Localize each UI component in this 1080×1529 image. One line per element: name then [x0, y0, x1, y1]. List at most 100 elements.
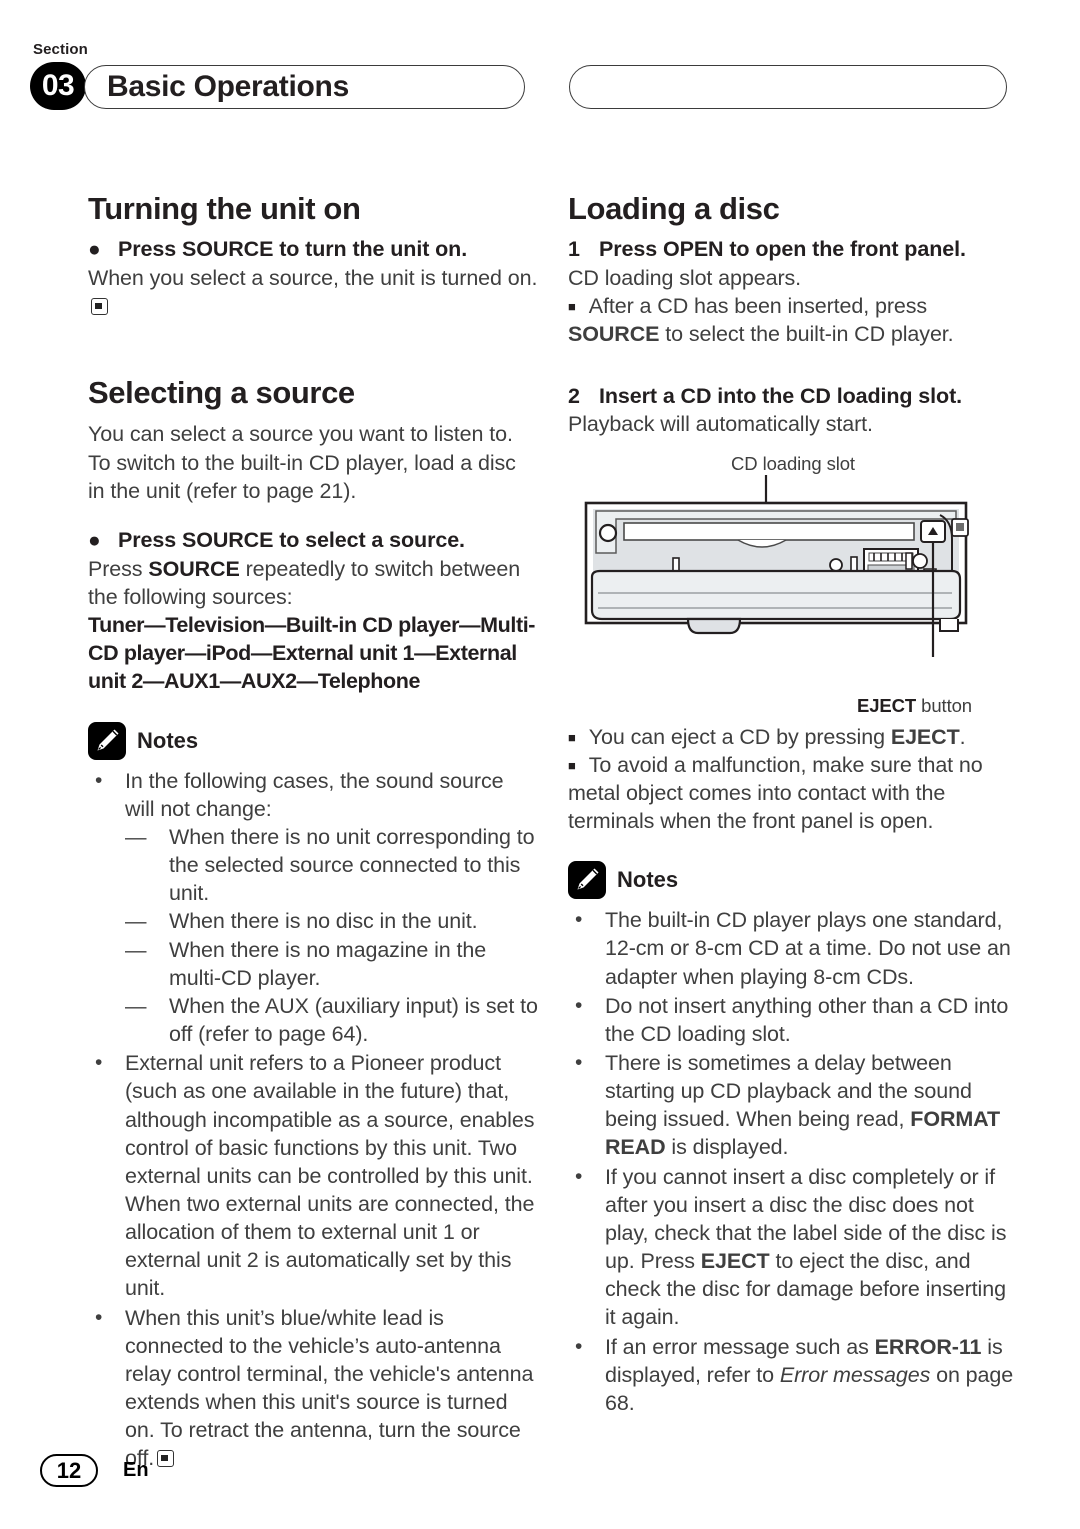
bullet-icon: • — [95, 768, 103, 792]
page-title: Basic Operations — [107, 70, 349, 103]
header-pill-right — [569, 65, 1007, 109]
paragraph-turning-on: When you select a source, the unit is tu… — [88, 264, 538, 320]
note-pre: To avoid a malfunction, make sure that n… — [568, 752, 983, 834]
step-1-body: CD loading slot appears. — [568, 266, 802, 291]
text-pre: Press — [88, 556, 149, 581]
notes-header-left: Notes — [88, 721, 538, 760]
note-subtext: When there is no unit corresponding to t… — [169, 824, 535, 906]
step-number: 1 — [568, 237, 580, 262]
note-subtext: When there is no magazine in the multi-C… — [169, 937, 487, 990]
operation-heading-text: Press SOURCE to select a source. — [118, 527, 465, 552]
keyword-eject: EJECT — [856, 694, 917, 716]
note-subtext: When the AUX (auxiliary input) is set to… — [169, 993, 538, 1047]
note-subitem: — When there is no unit corresponding to… — [125, 823, 538, 907]
note-sublist: — When there is no unit corresponding to… — [125, 823, 538, 1048]
figure-cd-loading-slot: CD loading slot EJECT button — [568, 453, 1018, 717]
operation-heading-press-source-select: ● Press SOURCE to select a source. — [88, 527, 538, 555]
bullet-icon: • — [575, 1334, 583, 1358]
step-text: Press OPEN to open the front panel. — [599, 237, 966, 262]
page-header: Section 03 Basic Operations — [0, 0, 1080, 150]
notes-title: Notes — [617, 867, 679, 893]
note-post: is displayed. — [665, 1135, 789, 1160]
bullet-icon: ● — [88, 238, 101, 262]
end-of-section-marker-icon — [157, 1450, 175, 1468]
paragraph-text: When you select a source, the unit is tu… — [88, 266, 538, 291]
note-item: • Do not insert anything other than a CD… — [568, 992, 1018, 1048]
note-item: • External unit refers to a Pioneer prod… — [88, 1049, 538, 1302]
note-item: • If an error message such as ERROR-11 i… — [568, 1333, 1018, 1417]
caption-rest: button — [916, 694, 972, 716]
operation-heading-text: Press SOURCE to turn the unit on. — [118, 237, 468, 262]
keyword-eject: EJECT — [700, 1249, 770, 1274]
right-column: Loading a disc 1 Press OPEN to open the … — [568, 191, 1018, 1418]
pencil-note-icon — [568, 861, 606, 900]
bullet-icon: • — [95, 1051, 103, 1075]
note-text: In the following cases, the sound source… — [125, 768, 504, 821]
figure-caption-eject-button: EJECT button — [568, 695, 1018, 717]
note-item: • When this unit’s blue/white lead is co… — [88, 1304, 538, 1473]
notes-list-left: • In the following cases, the sound sour… — [88, 767, 538, 1473]
bullet-icon: • — [575, 1051, 583, 1074]
step-1-subnote: ■ After a CD has been inserted, press SOU… — [568, 292, 1018, 348]
note-text: Do not insert anything other than a CD i… — [605, 993, 1009, 1046]
dash-icon: — — [125, 993, 147, 1018]
square-bullet-icon: ■ — [568, 757, 576, 773]
heading-loading-a-disc: Loading a disc — [568, 191, 780, 226]
keyword-source: SOURCE — [148, 556, 240, 581]
keyword-source: SOURCE — [568, 322, 660, 347]
bullet-icon: ● — [88, 528, 101, 552]
page-number-badge: 12 — [40, 1454, 98, 1487]
notes-header-right: Notes — [568, 861, 1018, 900]
bullet-icon: • — [575, 993, 583, 1017]
subnote-post: to select the built-in CD player. — [659, 322, 954, 347]
section-number-badge: 03 — [30, 62, 86, 110]
paragraph-select-source-intro: You can select a source you want to list… — [88, 422, 516, 503]
note-item: • The built-in CD player plays one stand… — [568, 906, 1018, 990]
step-1-heading: 1 Press OPEN to open the front panel. — [568, 236, 1018, 264]
operation-heading-press-source-on: ● Press SOURCE to turn the unit on. — [88, 236, 538, 264]
square-bullet-icon: ■ — [568, 729, 576, 745]
page-language-label: En — [123, 1459, 149, 1481]
note-text: The built-in CD player plays one standar… — [605, 908, 1011, 989]
dash-icon: — — [125, 909, 147, 934]
dash-icon: — — [125, 937, 147, 962]
pencil-note-icon — [88, 721, 126, 760]
note-item: • In the following cases, the sound sour… — [88, 767, 538, 1049]
note-subtext: When there is no disc in the unit. — [169, 909, 478, 934]
step-number: 2 — [568, 383, 580, 408]
note-text: When this unit’s blue/white lead is conn… — [125, 1305, 534, 1471]
note-item: • If you cannot insert a disc completely… — [568, 1163, 1018, 1332]
header-title-pill: Basic Operations — [84, 65, 525, 109]
note-pre: You can eject a CD by pressing — [588, 724, 891, 749]
square-note-malfunction: ■ To avoid a malfunction, make sure that … — [568, 751, 1018, 835]
square-bullet-icon: ■ — [568, 299, 576, 315]
note-pre: If an error message such as — [605, 1334, 875, 1359]
heading-selecting-a-source: Selecting a source — [88, 375, 355, 411]
note-subitem: — When there is no disc in the unit. — [125, 907, 538, 935]
reference-error-messages: Error messages — [779, 1362, 931, 1387]
keyword-error-11: ERROR-11 — [874, 1334, 982, 1359]
left-column: Turning the unit on ● Press SOURCE to tu… — [88, 191, 538, 1474]
section-label: Section — [33, 41, 88, 58]
bullet-icon: • — [95, 1305, 103, 1329]
square-note-eject: ■ You can eject a CD by pressing EJECT. — [568, 723, 1018, 751]
note-post: . — [959, 724, 966, 749]
notes-list-right: • The built-in CD player plays one stand… — [568, 906, 1018, 1417]
step-2-body: Playback will automatically start. — [568, 412, 873, 437]
step-text: Insert a CD into the CD loading slot. — [599, 383, 963, 408]
paragraph-press-source-repeatedly: Press SOURCE repeatedly to switch betwee… — [88, 555, 538, 611]
bullet-icon: • — [575, 908, 583, 932]
note-item: • There is sometimes a delay between sta… — [568, 1049, 1018, 1162]
note-subitem: — When the AUX (auxiliary input) is set … — [125, 992, 538, 1048]
notes-title: Notes — [137, 727, 199, 753]
figure-caption-cd-loading-slot: CD loading slot — [731, 452, 855, 474]
subnote-pre: After a CD has been inserted, press — [588, 294, 928, 319]
keyword-eject: EJECT — [890, 724, 960, 749]
note-text: External unit refers to a Pioneer produc… — [125, 1051, 535, 1301]
head-unit-illustration — [584, 474, 969, 657]
dash-icon: — — [125, 824, 147, 849]
note-subitem: — When there is no magazine in the multi… — [125, 936, 538, 992]
step-2-heading: 2 Insert a CD into the CD loading slot. — [568, 383, 1018, 411]
end-of-section-marker-icon — [91, 298, 108, 316]
page-footer: 12 En — [40, 1454, 149, 1487]
